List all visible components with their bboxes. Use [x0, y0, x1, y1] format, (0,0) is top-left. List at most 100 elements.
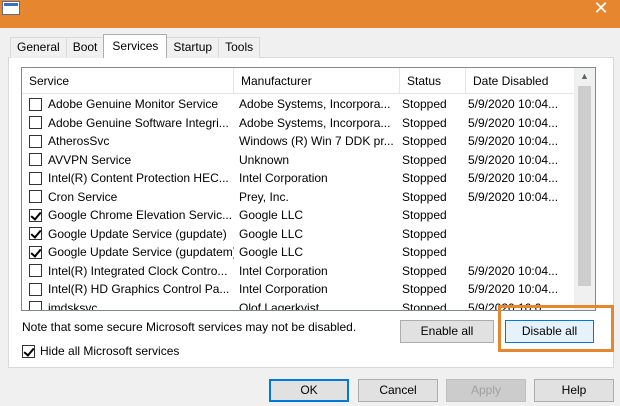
- date-disabled-cell: 5/9/2020 10:04...: [468, 189, 559, 204]
- manufacturer-cell: Adobe Systems, Incorpora...: [239, 97, 391, 112]
- manufacturer-cell: Intel Corporation: [239, 263, 328, 278]
- date-disabled-cell: 5/9/2020 10:04...: [468, 152, 559, 167]
- tab-startup[interactable]: Startup: [166, 37, 220, 58]
- hide-microsoft-services-checkbox[interactable]: [22, 344, 35, 358]
- table-row[interactable]: Cron Service Prey, Inc. Stopped 5/9/2020 10…: [22, 188, 575, 207]
- service-checkbox[interactable]: [29, 245, 42, 259]
- scrollbar-thumb[interactable]: [578, 86, 591, 286]
- manufacturer-cell: Google LLC: [239, 245, 304, 260]
- service-cell: Intel(R) Content Protection HEC...: [22, 169, 234, 187]
- status-cell: Stopped: [402, 282, 447, 297]
- date-disabled-cell: 5/9/2020 10:04...: [468, 282, 559, 297]
- service-checkbox[interactable]: [29, 227, 42, 241]
- service-checkbox[interactable]: [29, 116, 42, 130]
- table-row[interactable]: Intel(R) HD Graphics Control Pa... Intel …: [22, 280, 575, 299]
- close-icon[interactable]: ✕: [592, 0, 610, 19]
- table-row[interactable]: Intel(R) Content Protection HEC... Intel …: [22, 169, 575, 188]
- manufacturer-cell: Unknown: [239, 152, 290, 167]
- table-row[interactable]: Intel(R) Integrated Clock Contro... Intel…: [22, 262, 575, 281]
- ok-button[interactable]: OK: [269, 379, 349, 402]
- manufacturer-cell: Google LLC: [239, 208, 304, 223]
- manufacturer-cell: Google LLC: [239, 226, 304, 241]
- service-name: Intel(R) HD Graphics Control Pa...: [48, 282, 230, 297]
- tab-tools[interactable]: Tools: [218, 37, 261, 58]
- column-header-date-disabled[interactable]: Date Disabled: [466, 68, 575, 94]
- date-disabled-cell: 5/9/2020 10:04...: [468, 263, 559, 278]
- service-name: Google Update Service (gupdate): [48, 226, 227, 241]
- status-cell: Stopped: [402, 300, 447, 311]
- vertical-scrollbar[interactable]: ▲: [574, 68, 595, 310]
- table-row[interactable]: Google Update Service (gupdate) Google LL…: [22, 225, 575, 244]
- manufacturer-cell: Prey, Inc.: [239, 189, 289, 204]
- tab-services[interactable]: Services: [103, 34, 168, 58]
- table-row[interactable]: imdsksvc Olof Lagerkvist Stopped 5/9/2020 1…: [22, 299, 575, 311]
- date-disabled-cell: 5/9/2020 10:04...: [468, 115, 559, 130]
- tab-boot[interactable]: Boot: [65, 37, 105, 58]
- column-header-manufacturer[interactable]: Manufacturer: [234, 68, 400, 94]
- service-name: Google Update Service (gupdatem): [48, 245, 234, 260]
- service-name: Adobe Genuine Monitor Service: [48, 97, 219, 112]
- status-cell: Stopped: [402, 263, 447, 278]
- service-checkbox[interactable]: [29, 264, 42, 278]
- status-cell: Stopped: [402, 134, 447, 149]
- service-name: Cron Service: [48, 189, 118, 204]
- service-checkbox[interactable]: [29, 97, 42, 111]
- status-cell: Stopped: [402, 97, 447, 112]
- service-name: imdsksvc: [48, 300, 98, 311]
- status-cell: Stopped: [402, 152, 447, 167]
- tab-strip: General Boot Services Startup Tools: [10, 34, 261, 58]
- column-header-status[interactable]: Status: [400, 68, 466, 94]
- service-name: Intel(R) Content Protection HEC...: [48, 171, 229, 186]
- list-header: Service Manufacturer Status Date Disable…: [22, 68, 575, 94]
- service-name: AVVPN Service: [48, 152, 132, 167]
- service-cell: Intel(R) HD Graphics Control Pa...: [22, 280, 234, 298]
- help-button[interactable]: Help: [534, 379, 614, 402]
- service-cell: Google Update Service (gupdatem): [22, 243, 234, 261]
- service-cell: Google Update Service (gupdate): [22, 225, 234, 243]
- service-checkbox[interactable]: [29, 153, 42, 167]
- title-bar: ✕: [0, 0, 620, 28]
- table-row[interactable]: AtherosSvc Windows (R) Win 7 DDK pr... Sto…: [22, 132, 575, 151]
- list-rows: Adobe Genuine Monitor Service Adobe Syste…: [22, 95, 575, 311]
- table-row[interactable]: Adobe Genuine Monitor Service Adobe Syste…: [22, 95, 575, 114]
- service-cell: AtherosSvc: [22, 132, 234, 150]
- status-cell: Stopped: [402, 189, 447, 204]
- service-checkbox[interactable]: [29, 190, 42, 204]
- enable-all-button[interactable]: Enable all: [400, 320, 494, 343]
- service-checkbox[interactable]: [29, 301, 42, 310]
- hide-microsoft-services-option[interactable]: Hide all Microsoft services: [22, 344, 179, 358]
- status-cell: Stopped: [402, 115, 447, 130]
- service-checkbox[interactable]: [29, 208, 42, 222]
- service-name: Google Chrome Elevation Servic...: [48, 208, 233, 223]
- service-cell: Adobe Genuine Software Integri...: [22, 114, 234, 132]
- service-cell: imdsksvc: [22, 299, 234, 311]
- table-row[interactable]: Google Update Service (gupdatem) Google L…: [22, 243, 575, 262]
- services-list: Service Manufacturer Status Date Disable…: [21, 67, 596, 311]
- manufacturer-cell: Adobe Systems, Incorpora...: [239, 115, 391, 130]
- scroll-up-arrow-icon[interactable]: ▲: [574, 68, 595, 85]
- service-cell: Intel(R) Integrated Clock Contro...: [22, 262, 234, 280]
- cancel-button[interactable]: Cancel: [358, 379, 438, 402]
- service-checkbox[interactable]: [29, 171, 42, 185]
- status-cell: Stopped: [402, 171, 447, 186]
- service-cell: Cron Service: [22, 188, 234, 206]
- manufacturer-cell: Olof Lagerkvist: [239, 300, 320, 311]
- service-cell: Adobe Genuine Monitor Service: [22, 95, 234, 113]
- hide-microsoft-services-label: Hide all Microsoft services: [40, 344, 180, 358]
- manufacturer-cell: Intel Corporation: [239, 282, 328, 297]
- system-configuration-window: ✕ General Boot Services Startup Tools Se…: [0, 0, 620, 406]
- date-disabled-cell: 5/9/2020 10:04...: [468, 97, 559, 112]
- service-checkbox[interactable]: [29, 282, 42, 296]
- table-row[interactable]: Adobe Genuine Software Integri... Adobe S…: [22, 114, 575, 133]
- table-row[interactable]: Google Chrome Elevation Servic... Google …: [22, 206, 575, 225]
- manufacturer-cell: Windows (R) Win 7 DDK pr...: [239, 134, 394, 149]
- table-row[interactable]: AVVPN Service Unknown Stopped 5/9/2020 10:0…: [22, 151, 575, 170]
- status-cell: Stopped: [402, 208, 447, 223]
- status-cell: Stopped: [402, 245, 447, 260]
- service-name: AtherosSvc: [48, 134, 110, 149]
- tab-general[interactable]: General: [10, 37, 67, 58]
- service-cell: AVVPN Service: [22, 151, 234, 169]
- column-header-service[interactable]: Service: [22, 68, 234, 94]
- service-checkbox[interactable]: [29, 134, 42, 148]
- date-disabled-cell: 5/9/2020 10:04...: [468, 171, 559, 186]
